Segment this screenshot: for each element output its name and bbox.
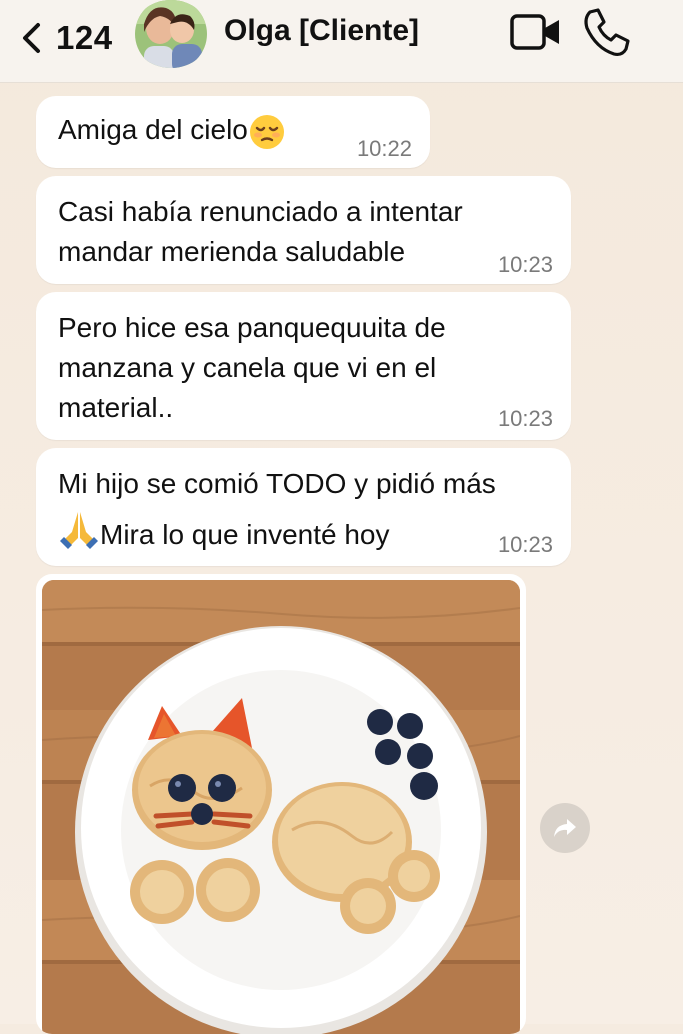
- message-line: mandar merienda saludable: [58, 236, 406, 267]
- chevron-left-icon: [23, 23, 40, 53]
- contact-name[interactable]: Olga [Cliente]: [224, 14, 419, 48]
- message-line: Mi hijo se comió TODO y pidió más: [58, 468, 496, 499]
- chat-header: 124 Olga [Cliente]: [0, 0, 683, 83]
- avatar[interactable]: [132, 0, 210, 68]
- message-bubble[interactable]: Casi había renunciado a intentar mandar …: [36, 176, 571, 284]
- image-message[interactable]: [36, 574, 526, 1034]
- video-call-icon[interactable]: [509, 10, 563, 54]
- unread-count: 124: [56, 19, 113, 56]
- share-arrow-icon: [554, 819, 576, 837]
- message-bubble[interactable]: Pero hice esa panquequuita de manzana y …: [36, 292, 571, 440]
- message-line: material..: [58, 392, 174, 423]
- message-line: Pero hice esa panquequuita de: [58, 312, 446, 343]
- pancake-photo[interactable]: [42, 580, 520, 1034]
- message-line: Casi había renunciado a intentar: [58, 196, 463, 227]
- message-bubble[interactable]: Mi hijo se comió TODO y pidió más Mira l…: [36, 448, 571, 566]
- phone-call-icon[interactable]: [578, 4, 634, 60]
- message-text: Amiga del cielo: [58, 114, 248, 145]
- back-button[interactable]: 124: [18, 18, 113, 58]
- message-time: 10:23: [497, 252, 553, 277]
- message-line: manzana y canela que vi en el: [58, 352, 437, 383]
- message-text: Mira lo que inventé hoy: [100, 519, 390, 550]
- message-time: 10:23: [497, 532, 553, 557]
- message-time: 10:23: [497, 406, 553, 431]
- message-bubble[interactable]: Amiga del cielo 10:22: [36, 96, 430, 168]
- folded-hands-icon: [60, 512, 98, 549]
- forward-button[interactable]: [540, 803, 590, 853]
- message-time: 10:22: [356, 136, 412, 161]
- pensive-face-icon: [249, 114, 284, 149]
